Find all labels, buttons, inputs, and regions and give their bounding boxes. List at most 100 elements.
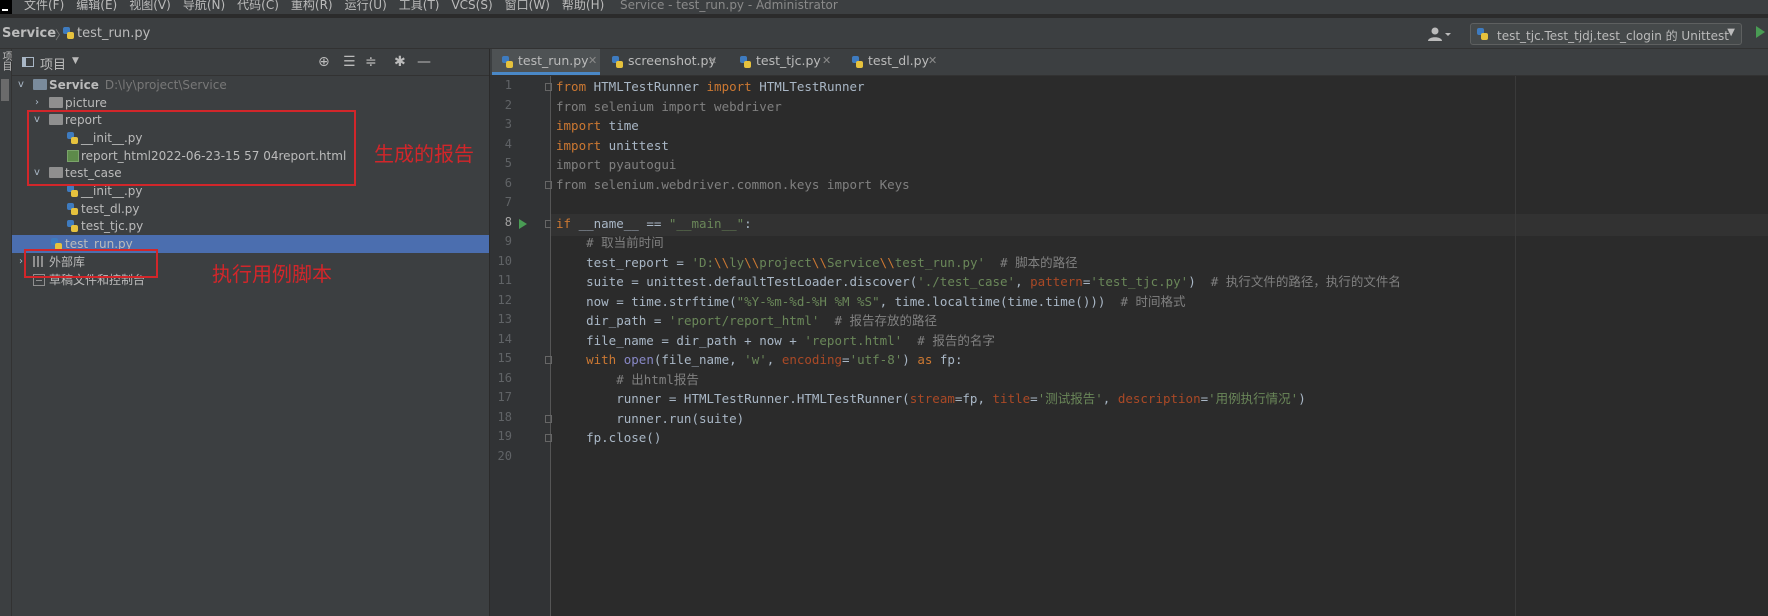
code-token: __name__ == [571,215,669,231]
code-line: runner.run(suite) [556,410,744,428]
breadcrumb-file[interactable]: test_run.py [77,26,150,41]
menu-code[interactable]: 代码(C) [237,0,279,13]
close-icon[interactable]: ✕ [588,49,597,73]
expand-all-icon[interactable]: ☰ [343,54,356,70]
python-file-icon [67,185,78,197]
python-file-icon [67,203,78,215]
left-tool-strip: 项目 [0,49,12,616]
minimize-icon[interactable]: — [417,54,431,70]
project-panel-title[interactable]: 项目 [40,54,66,73]
pycharm-logo-icon [0,0,12,14]
code-token: 'w' [744,352,767,367]
code-token: fp.close() [556,430,662,445]
menu-view[interactable]: 视图(V) [129,0,171,13]
code-line: from HTMLTestRunner import HTMLTestRunne… [556,78,865,96]
menu-refactor[interactable]: 重构(R) [291,0,333,13]
window-title: Service - test_run.py - Administrator [620,0,838,12]
python-file-icon [63,27,74,39]
code-token: stream [909,391,955,406]
close-icon[interactable]: ✕ [822,49,831,73]
code-token: 'test_tjc.py' [1090,274,1189,289]
script-annotation-box [24,249,158,278]
run-configuration-label: test_tjc.Test_tjdj.test_clogin 的 Unittes… [1497,29,1729,43]
code-line: test_report = 'D:\\ly\\project\\Service\… [556,254,1078,272]
code-token: 'D: [691,254,715,270]
close-icon[interactable]: ✕ [708,49,717,73]
tab-test-dl[interactable]: test_dl.py ✕ [842,49,942,75]
code-token: \\ [714,254,730,270]
project-view-icon [22,57,34,67]
tab-label: test_run.py [518,53,589,68]
code-token: = [1030,391,1038,406]
code-token: from selenium import webdriver [556,98,782,114]
menu-edit[interactable]: 编辑(E) [76,0,117,13]
code-token: HTMLTestRunner [751,79,865,94]
code-line: # 取当前时间 [556,234,664,252]
chevron-down-icon[interactable]: v [16,76,26,94]
report-annotation-text: 生成的报告 [374,142,474,166]
run-configuration-select[interactable]: test_tjc.Test_tjdj.test_clogin 的 Unittes… [1470,23,1742,45]
menu-navigate[interactable]: 导航(N) [183,0,225,13]
project-tool-window-button[interactable]: 项目 [0,51,11,71]
menu-help[interactable]: 帮助(H) [562,0,604,13]
menu-tools[interactable]: 工具(T) [399,0,440,13]
code-line: # 出html报告 [556,371,699,389]
close-icon[interactable]: ✕ [928,49,937,73]
tool-window-indicator [1,79,9,101]
code-token: project [759,254,812,270]
code-editor: test_run.py ✕ screenshot.py ✕ test_tjc.p… [490,49,1768,616]
locate-icon[interactable]: ⊕ [318,54,330,70]
tab-test-run[interactable]: test_run.py ✕ [492,49,600,75]
gear-icon[interactable]: ✱ [394,54,406,70]
report-annotation-box [27,110,356,186]
code-token: suite = unittest.defaultTestLoader.disco… [556,274,918,289]
menu-run[interactable]: 运行(U) [345,0,387,13]
tab-screenshot[interactable]: screenshot.py ✕ [602,49,722,75]
collapse-all-icon[interactable]: ≑ [365,54,377,70]
code-token: # 取当前时间 [586,235,664,250]
code-token: now = time.strftime( [556,293,737,309]
project-panel-header: 项目 ▼ ⊕ ☰ ≑ ✱ — [12,49,489,76]
code-token: = [842,352,850,367]
code-area[interactable]: from HTMLTestRunner import HTMLTestRunne… [490,76,1768,616]
breadcrumb-root[interactable]: Service [2,26,56,41]
code-token: runner.run(suite) [556,410,745,426]
code-token: runner = HTMLTestRunner.HTMLTestRunner( [556,391,910,406]
menu-file[interactable]: 文件(F) [24,0,64,13]
code-token: ) [1298,391,1306,406]
chevron-down-icon[interactable]: ▼ [72,56,79,66]
code-token: = [1200,391,1209,406]
code-token: , [1015,274,1031,289]
code-token: time [601,118,639,133]
code-token: description [1117,391,1201,406]
tree-item-test-tjc[interactable]: test_tjc.py [12,217,489,235]
chevron-down-icon: ▼ [1727,27,1735,38]
user-icon[interactable] [1427,26,1451,42]
tree-item-service[interactable]: v Service D:\ly\project\Service [12,76,489,94]
editor-tab-bar: test_run.py ✕ screenshot.py ✕ test_tjc.p… [490,49,1768,76]
right-margin-guide [1515,76,1516,616]
python-file-icon [852,56,863,68]
code-token: if [556,215,572,231]
tab-test-tjc[interactable]: test_tjc.py ✕ [730,49,836,75]
tree-item-test-dl[interactable]: test_dl.py [12,200,489,218]
code-line: from selenium import webdriver [556,98,782,116]
code-token: , time.localtime(time.time())) [879,293,1121,309]
navigation-bar: Service 〉 test_run.py test_tjc.Test_tjdj… [0,18,1768,49]
run-icon[interactable] [1756,26,1765,38]
code-token: # 出html报告 [616,371,699,387]
folder-icon [33,79,47,90]
code-token: \\ [811,254,827,270]
code-token: encoding [781,352,843,367]
menu-window[interactable]: 窗口(W) [505,0,550,13]
code-token: \\ [744,254,760,270]
code-line: with open(file_name, 'w', encoding='utf-… [556,351,962,369]
menu-vcs[interactable]: VCS(S) [451,0,492,13]
code-token: 'report.html' [804,332,903,348]
